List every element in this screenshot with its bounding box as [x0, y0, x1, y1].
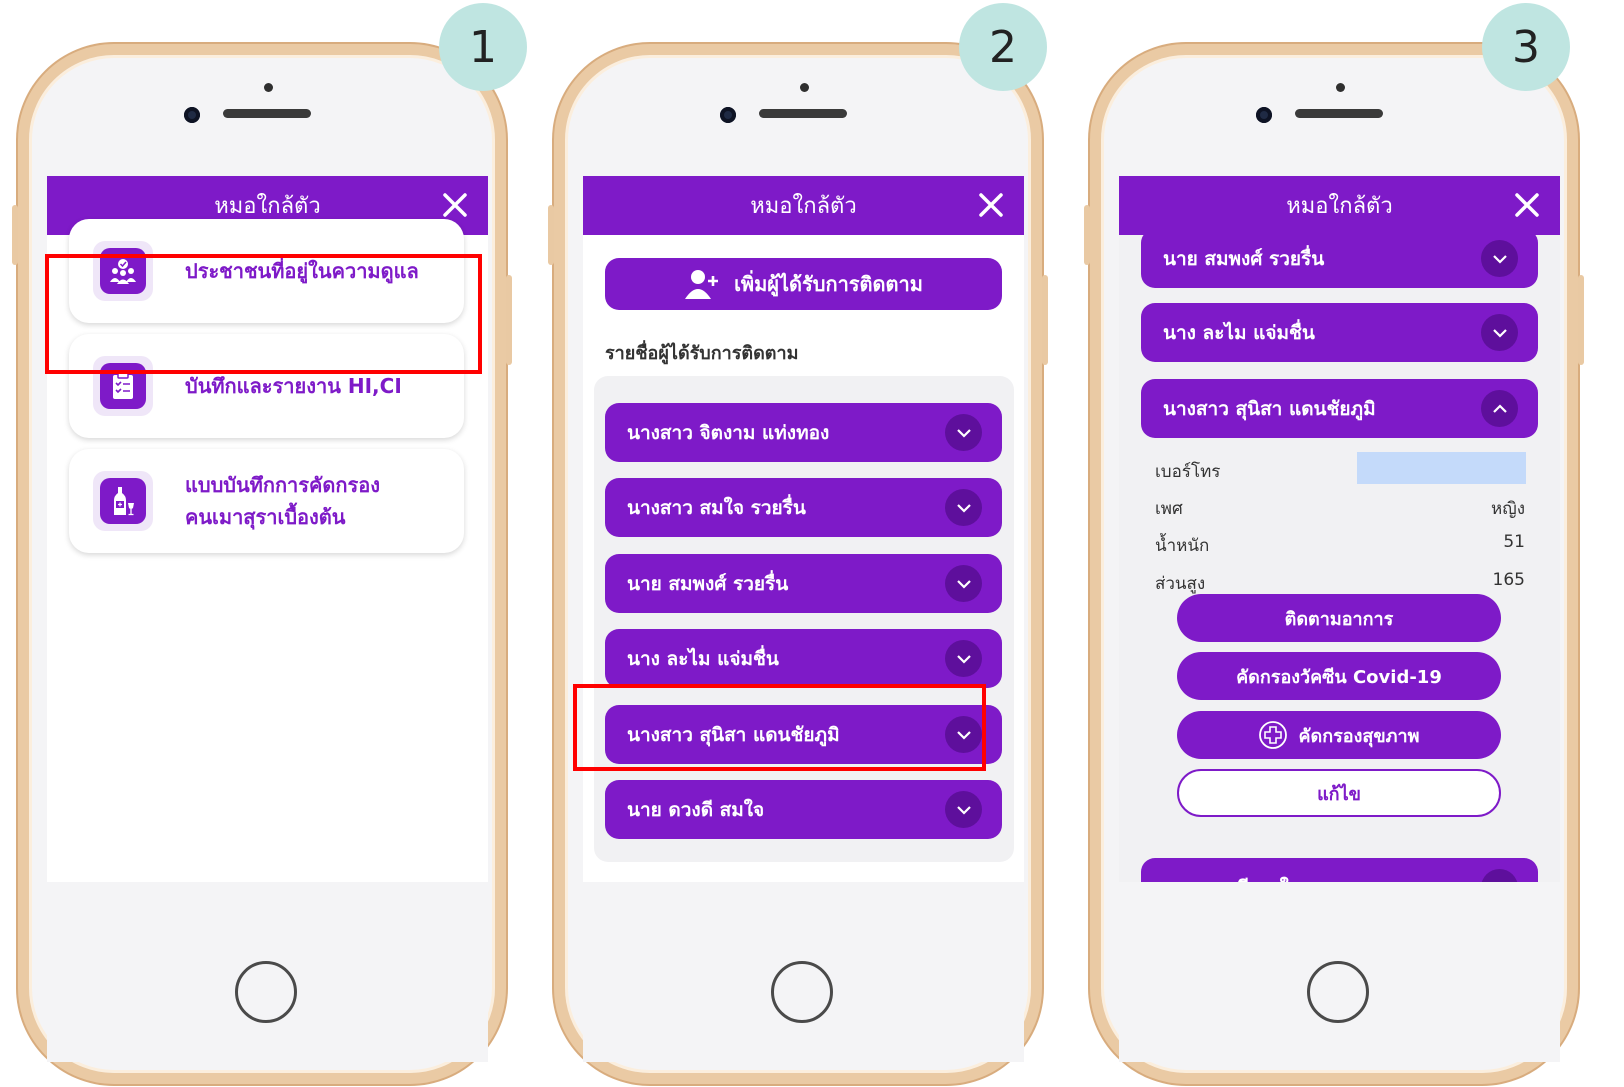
app-header: หมอใกล้ตัว — [1119, 176, 1560, 235]
front-camera — [184, 107, 200, 123]
person-row[interactable]: นาย สมพงศ์ รวยรื่น — [1141, 229, 1538, 288]
app-title: หมอใกล้ตัว — [214, 194, 321, 219]
detail-label: น้ำหนัก — [1155, 536, 1210, 556]
person-row[interactable]: นาง ละไม แจ่มชื่น — [605, 629, 1002, 688]
earpiece-speaker — [223, 109, 311, 118]
close-icon[interactable] — [442, 192, 468, 218]
phone-number-value — [1357, 452, 1526, 484]
phone-frame-2: หมอใกล้ตัว เพิ่มผู้ได้รับการติดตาม รายชื… — [548, 44, 1048, 1084]
selection-highlight — [45, 254, 482, 374]
alcohol-bottle-icon — [93, 471, 153, 531]
chevron-down-icon[interactable] — [1481, 314, 1518, 351]
person-row[interactable]: นาย ดวงดี สมใจ — [1141, 858, 1538, 882]
detail-value: หญิง — [1491, 499, 1525, 519]
person-name: นาย ดวงดี สมใจ — [627, 798, 765, 821]
follow-symptoms-button[interactable]: ติดตามอาการ — [1177, 594, 1501, 642]
app-screen-2: หมอใกล้ตัว เพิ่มผู้ได้รับการติดตาม รายชื… — [583, 176, 1024, 882]
covid-vaccine-screening-button[interactable]: คัดกรองวัคซีน Covid-19 — [1177, 652, 1501, 700]
plus-circle-icon — [1259, 721, 1288, 749]
health-screening-label: คัดกรองสุขภาพ — [1298, 725, 1420, 747]
chevron-down-icon[interactable] — [945, 640, 982, 677]
person-name: นาย สมพงศ์ รวยรื่น — [627, 572, 789, 595]
person-name: นางสาว สุนิสา แดนชัยภูมิ — [1163, 397, 1376, 420]
person-row[interactable]: นางสาว จิตงาม แท่งทอง — [605, 403, 1002, 462]
chevron-down-icon[interactable] — [945, 489, 982, 526]
detail-label: เบอร์โทร — [1155, 462, 1221, 482]
person-row[interactable]: นาย ดวงดี สมใจ — [605, 780, 1002, 839]
phone-frame-3: นาย สมพงศ์ รวยรื่น หมอใกล้ตัว นาง ละไม แ… — [1084, 44, 1584, 1084]
home-button[interactable] — [1307, 961, 1369, 1023]
chevron-down-icon[interactable] — [1481, 869, 1518, 882]
step-badge-1: 1 — [439, 3, 527, 91]
step-badge-3: 3 — [1482, 3, 1570, 91]
close-icon[interactable] — [1514, 192, 1540, 218]
person-name: นางสาว จิตงาม แท่งทอง — [627, 421, 830, 444]
front-camera — [720, 107, 736, 123]
person-name: นาย ดวงดี สมใจ — [1163, 873, 1300, 883]
chevron-down-icon[interactable] — [1481, 240, 1518, 277]
app-screen-3: นาย สมพงศ์ รวยรื่น หมอใกล้ตัว นาง ละไม แ… — [1119, 176, 1560, 882]
health-screening-button[interactable]: คัดกรองสุขภาพ — [1177, 711, 1501, 759]
app-title: หมอใกล้ตัว — [1286, 194, 1393, 219]
earpiece-speaker — [1295, 109, 1383, 118]
detail-label: ส่วนสูง — [1155, 574, 1206, 594]
detail-label: เพศ — [1155, 499, 1183, 519]
selection-highlight — [573, 684, 986, 771]
menu-item-label: บันทึกและรายงาน HI,CI — [185, 374, 402, 398]
chevron-down-icon[interactable] — [945, 565, 982, 602]
menu-item-label-line2: คนเมาสุราเบื้องต้น — [185, 505, 346, 529]
step-badge-2: 2 — [959, 3, 1047, 91]
detail-value: 51 — [1503, 532, 1525, 552]
proximity-sensor — [1336, 83, 1345, 92]
person-name: นาง ละไม แจ่มชื่น — [1163, 321, 1315, 344]
edit-button[interactable]: แก้ไข — [1177, 769, 1501, 817]
person-row[interactable]: นาง ละไม แจ่มชื่น — [1141, 303, 1538, 362]
menu-item-alcohol-screening[interactable]: แบบบันทึกการคัดกรอง คนเมาสุราเบื้องต้น — [69, 449, 464, 553]
add-follow-up-person-label: เพิ่มผู้ได้รับการติดตาม — [734, 272, 923, 296]
proximity-sensor — [800, 83, 809, 92]
add-user-icon — [685, 270, 719, 299]
person-name: นาง ละไม แจ่มชื่น — [627, 647, 779, 670]
person-name: นาย สมพงศ์ รวยรื่น — [1163, 247, 1325, 270]
person-row[interactable]: นางสาว สมใจ รวยรื่น — [605, 478, 1002, 537]
phone-frame-1: หมอใกล้ตัว ประชาชนที่อยู่ในความดูแล บันท… — [12, 44, 512, 1084]
person-row[interactable]: นาย สมพงศ์ รวยรื่น — [605, 554, 1002, 613]
menu-item-label: แบบบันทึกการคัดกรอง คนเมาสุราเบื้องต้น — [185, 469, 380, 533]
chevron-up-icon[interactable] — [1481, 390, 1518, 427]
add-follow-up-person-button[interactable]: เพิ่มผู้ได้รับการติดตาม — [605, 258, 1002, 310]
app-header: หมอใกล้ตัว — [583, 176, 1024, 235]
proximity-sensor — [264, 83, 273, 92]
person-row-expanded[interactable]: นางสาว สุนิสา แดนชัยภูมิ — [1141, 379, 1538, 438]
app-title: หมอใกล้ตัว — [750, 194, 857, 219]
front-camera — [1256, 107, 1272, 123]
detail-value: 165 — [1492, 570, 1525, 590]
follow-up-list-title: รายชื่อผู้ได้รับการติดตาม — [605, 343, 799, 364]
home-button[interactable] — [771, 961, 833, 1023]
chevron-down-icon[interactable] — [945, 791, 982, 828]
close-icon[interactable] — [978, 192, 1004, 218]
earpiece-speaker — [759, 109, 847, 118]
chevron-down-icon[interactable] — [945, 414, 982, 451]
home-button[interactable] — [235, 961, 297, 1023]
menu-item-label-line1: แบบบันทึกการคัดกรอง — [185, 473, 381, 497]
person-name: นางสาว สมใจ รวยรื่น — [627, 496, 806, 519]
